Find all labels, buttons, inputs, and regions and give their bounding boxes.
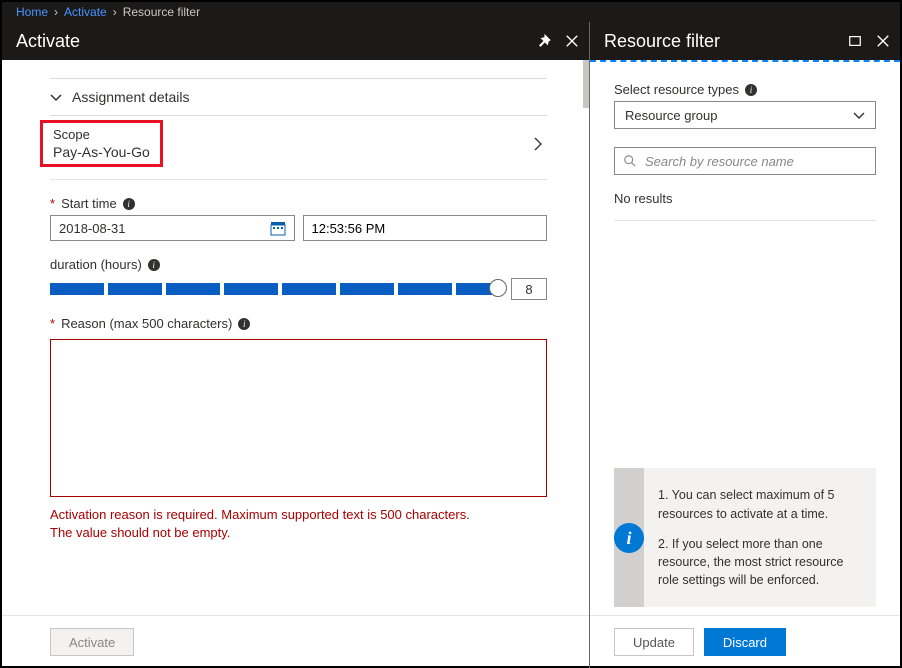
required-icon: *	[50, 316, 55, 331]
resource-filter-panel: Resource filter Select resource types i …	[590, 22, 900, 668]
scrollbar[interactable]	[583, 60, 589, 108]
resource-filter-footer: Update Discard	[590, 615, 900, 668]
info-icon: i	[614, 523, 644, 553]
resource-search-input[interactable]: Search by resource name	[614, 147, 876, 175]
required-icon: *	[50, 196, 55, 211]
maximize-icon[interactable]	[848, 34, 862, 48]
duration-value-box[interactable]: 8	[511, 278, 547, 300]
update-button[interactable]: Update	[614, 628, 694, 656]
resource-filter-header: Resource filter	[590, 22, 900, 60]
no-results-text: No results	[614, 191, 876, 221]
section-title: Assignment details	[72, 89, 190, 105]
breadcrumb: Home › Activate › Resource filter	[2, 2, 900, 22]
resource-type-value: Resource group	[625, 108, 718, 123]
search-icon	[623, 154, 637, 168]
scope-row[interactable]: Scope Pay-As-You-Go	[50, 120, 547, 180]
resource-type-select[interactable]: Resource group	[614, 101, 876, 129]
assignment-details-toggle[interactable]: Assignment details	[50, 78, 547, 116]
chevron-right-icon: ›	[113, 5, 117, 19]
discard-button[interactable]: Discard	[704, 628, 786, 656]
search-placeholder: Search by resource name	[645, 154, 794, 169]
info-icon[interactable]: i	[123, 198, 135, 210]
chevron-right-icon: ›	[54, 5, 58, 19]
scope-value: Pay-As-You-Go	[53, 144, 150, 160]
start-time-label: Start time	[61, 196, 117, 211]
select-resource-types-label: Select resource types	[614, 82, 739, 97]
chevron-down-icon	[853, 109, 865, 121]
pin-icon[interactable]	[537, 34, 551, 48]
scope-label: Scope	[53, 127, 150, 142]
start-date-input[interactable]: 2018-08-31	[50, 215, 295, 241]
side-title: Resource filter	[604, 31, 720, 52]
info-icon[interactable]: i	[745, 84, 757, 96]
calendar-icon[interactable]	[270, 220, 286, 236]
duration-slider[interactable]	[50, 283, 499, 295]
activate-header: Activate	[2, 22, 589, 60]
page-title: Activate	[16, 31, 80, 52]
activate-footer: Activate	[2, 615, 589, 668]
reason-error-1: Activation reason is required. Maximum s…	[50, 506, 547, 524]
breadcrumb-current: Resource filter	[123, 5, 200, 19]
chevron-right-icon	[533, 136, 543, 152]
close-icon[interactable]	[876, 34, 890, 48]
slider-thumb[interactable]	[489, 279, 507, 297]
activate-panel: Activate Assignment details Scope Pay-As…	[2, 22, 590, 668]
reason-textarea[interactable]	[50, 339, 547, 497]
info-note-1: 1. You can select maximum of 5 resources…	[658, 486, 862, 522]
breadcrumb-home[interactable]: Home	[16, 5, 48, 19]
breadcrumb-activate[interactable]: Activate	[64, 5, 107, 19]
start-time-input[interactable]	[303, 215, 548, 241]
reason-label: Reason (max 500 characters)	[61, 316, 232, 331]
info-card: i 1. You can select maximum of 5 resourc…	[614, 468, 876, 607]
info-icon[interactable]: i	[238, 318, 250, 330]
duration-label: duration (hours)	[50, 257, 142, 272]
info-note-2: 2. If you select more than one resource,…	[658, 535, 862, 589]
info-icon[interactable]: i	[148, 259, 160, 271]
reason-error-2: The value should not be empty.	[50, 524, 547, 542]
start-date-value: 2018-08-31	[59, 221, 126, 236]
close-icon[interactable]	[565, 34, 579, 48]
chevron-down-icon	[50, 91, 62, 103]
activate-button: Activate	[50, 628, 134, 656]
